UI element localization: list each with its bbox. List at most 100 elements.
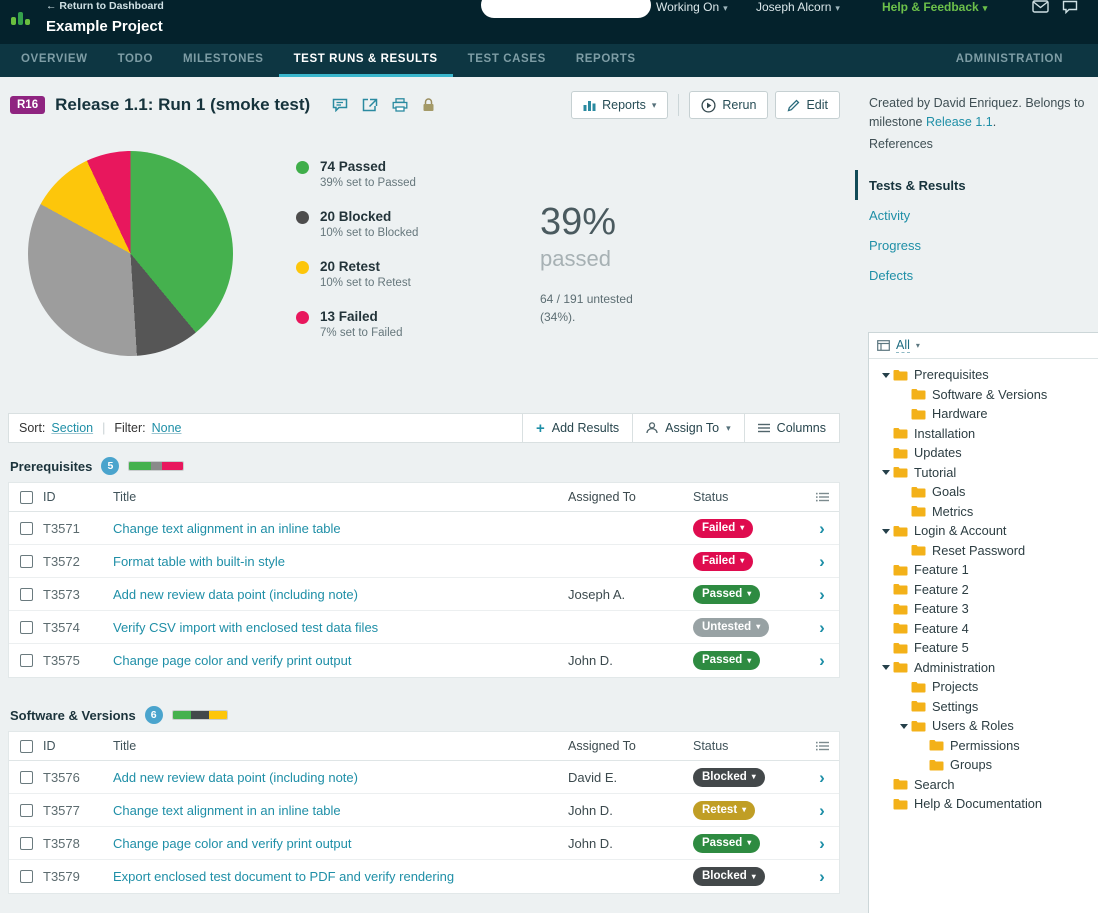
test-title-link[interactable]: Export enclosed test document to PDF and… [113, 869, 454, 884]
row-checkbox[interactable] [19, 870, 33, 883]
row-checkbox[interactable] [19, 587, 33, 601]
expand-arrow-icon[interactable] [881, 583, 893, 595]
row-chevron-icon[interactable]: › [819, 553, 825, 570]
row-chevron-icon[interactable]: › [819, 802, 825, 819]
row-checkbox[interactable] [19, 521, 33, 535]
status-badge[interactable]: Retest ▾ [693, 800, 756, 820]
edit-button[interactable]: Edit [775, 91, 840, 119]
test-title-link[interactable]: Add new review data point (including not… [113, 587, 358, 602]
test-title-link[interactable]: Change text alignment in an inline table [113, 803, 341, 818]
side-nav-defects[interactable]: Defects [855, 260, 1098, 290]
row-chevron-icon[interactable]: › [819, 520, 825, 537]
tree-item-help-documentation[interactable]: Help & Documentation [873, 794, 1098, 814]
expand-arrow-icon[interactable] [881, 798, 893, 810]
lock-icon[interactable] [422, 98, 435, 112]
expand-arrow-icon[interactable] [917, 739, 929, 751]
expand-arrow-icon[interactable] [881, 525, 893, 537]
tree-item-installation[interactable]: Installation [873, 424, 1098, 444]
tab-todo[interactable]: TODO [103, 44, 168, 77]
expand-arrow-icon[interactable] [917, 759, 929, 771]
feedback-icon[interactable] [332, 98, 348, 112]
columns-button[interactable]: Columns [743, 414, 839, 442]
expand-arrow-icon[interactable] [881, 603, 893, 615]
expand-arrow-icon[interactable] [899, 681, 911, 693]
tree-item-prerequisites[interactable]: Prerequisites [873, 365, 1098, 385]
tree-item-feature-2[interactable]: Feature 2 [873, 580, 1098, 600]
search-box[interactable] [481, 0, 651, 18]
tree-item-goals[interactable]: Goals [873, 482, 1098, 502]
tree-item-hardware[interactable]: Hardware [873, 404, 1098, 424]
tree-item-tutorial[interactable]: Tutorial [873, 463, 1098, 483]
tab-test-cases[interactable]: TEST CASES [453, 44, 561, 77]
row-chevron-icon[interactable]: › [819, 652, 825, 669]
tab-overview[interactable]: OVERVIEW [6, 44, 103, 77]
table-columns-icon[interactable] [815, 741, 829, 751]
row-chevron-icon[interactable]: › [819, 868, 825, 885]
tree-item-settings[interactable]: Settings [873, 697, 1098, 717]
select-all-checkbox[interactable] [19, 490, 33, 504]
status-badge[interactable]: Passed ▾ [693, 651, 761, 670]
status-badge[interactable]: Passed ▾ [693, 584, 761, 604]
tree-filter-dropdown[interactable]: All [896, 338, 910, 353]
tab-milestones[interactable]: MILESTONES [168, 44, 279, 77]
side-nav-tests-results[interactable]: Tests & Results [855, 170, 1098, 201]
row-checkbox[interactable] [19, 803, 33, 817]
app-logo[interactable] [10, 8, 32, 35]
status-badge[interactable]: Untested ▾ [693, 617, 770, 637]
row-chevron-icon[interactable]: › [819, 586, 825, 603]
tree-item-groups[interactable]: Groups [873, 755, 1098, 775]
expand-arrow-icon[interactable] [899, 505, 911, 517]
tree-item-users-roles[interactable]: Users & Roles [873, 716, 1098, 736]
tree-item-administration[interactable]: Administration [873, 658, 1098, 678]
expand-arrow-icon[interactable] [881, 466, 893, 478]
user-menu[interactable]: Joseph Alcorn ▾ [756, 0, 840, 14]
row-chevron-icon[interactable]: › [819, 619, 825, 636]
table-columns-icon[interactable] [815, 492, 829, 502]
tree-item-software-versions[interactable]: Software & Versions [873, 385, 1098, 405]
expand-arrow-icon[interactable] [899, 700, 911, 712]
tree-item-login-account[interactable]: Login & Account [873, 521, 1098, 541]
test-title-link[interactable]: Change page color and verify print outpu… [113, 653, 352, 668]
search-input[interactable] [489, 0, 644, 18]
select-all-checkbox[interactable] [19, 739, 33, 753]
tab-test-runs-results[interactable]: TEST RUNS & RESULTS [278, 44, 453, 77]
expand-arrow-icon[interactable] [881, 778, 893, 790]
expand-arrow-icon[interactable] [899, 388, 911, 400]
sort-value-link[interactable]: Section [51, 421, 93, 435]
assign-to-button[interactable]: Assign To ▾ [632, 414, 744, 442]
status-badge[interactable]: Failed ▾ [693, 518, 754, 538]
test-title-link[interactable]: Change page color and verify print outpu… [113, 836, 352, 851]
row-checkbox[interactable] [19, 836, 33, 850]
expand-arrow-icon[interactable] [881, 642, 893, 654]
test-title-link[interactable]: Format table with built-in style [113, 554, 285, 569]
row-checkbox[interactable] [19, 554, 33, 568]
row-chevron-icon[interactable]: › [819, 769, 825, 786]
expand-arrow-icon[interactable] [881, 661, 893, 673]
filter-value-link[interactable]: None [152, 421, 182, 435]
rerun-button[interactable]: Rerun [689, 91, 769, 119]
chat-bubble-icon[interactable] [1062, 0, 1078, 19]
working-on-menu[interactable]: Working On ▾ [656, 0, 728, 14]
expand-arrow-icon[interactable] [881, 447, 893, 459]
row-chevron-icon[interactable]: › [819, 835, 825, 852]
tab-reports[interactable]: REPORTS [561, 44, 651, 77]
row-checkbox[interactable] [19, 770, 33, 784]
tree-item-metrics[interactable]: Metrics [873, 502, 1098, 522]
expand-arrow-icon[interactable] [899, 544, 911, 556]
status-badge[interactable]: Passed ▾ [693, 833, 761, 853]
side-nav-activity[interactable]: Activity [855, 200, 1098, 230]
reports-button[interactable]: Reports ▾ [571, 91, 669, 119]
return-to-dashboard-link[interactable]: ← Return to Dashboard [46, 0, 164, 12]
milestone-link[interactable]: Release 1.1 [926, 115, 993, 129]
test-title-link[interactable]: Change text alignment in an inline table [113, 521, 341, 536]
row-checkbox[interactable] [19, 654, 33, 667]
test-title-link[interactable]: Add new review data point (including not… [113, 770, 358, 785]
expand-arrow-icon[interactable] [881, 564, 893, 576]
tree-item-projects[interactable]: Projects [873, 677, 1098, 697]
mail-icon[interactable] [1032, 0, 1049, 18]
expand-arrow-icon[interactable] [881, 427, 893, 439]
status-badge[interactable]: Blocked ▾ [693, 867, 765, 886]
test-title-link[interactable]: Verify CSV import with enclosed test dat… [113, 620, 378, 635]
tree-item-updates[interactable]: Updates [873, 443, 1098, 463]
print-icon[interactable] [392, 98, 408, 112]
